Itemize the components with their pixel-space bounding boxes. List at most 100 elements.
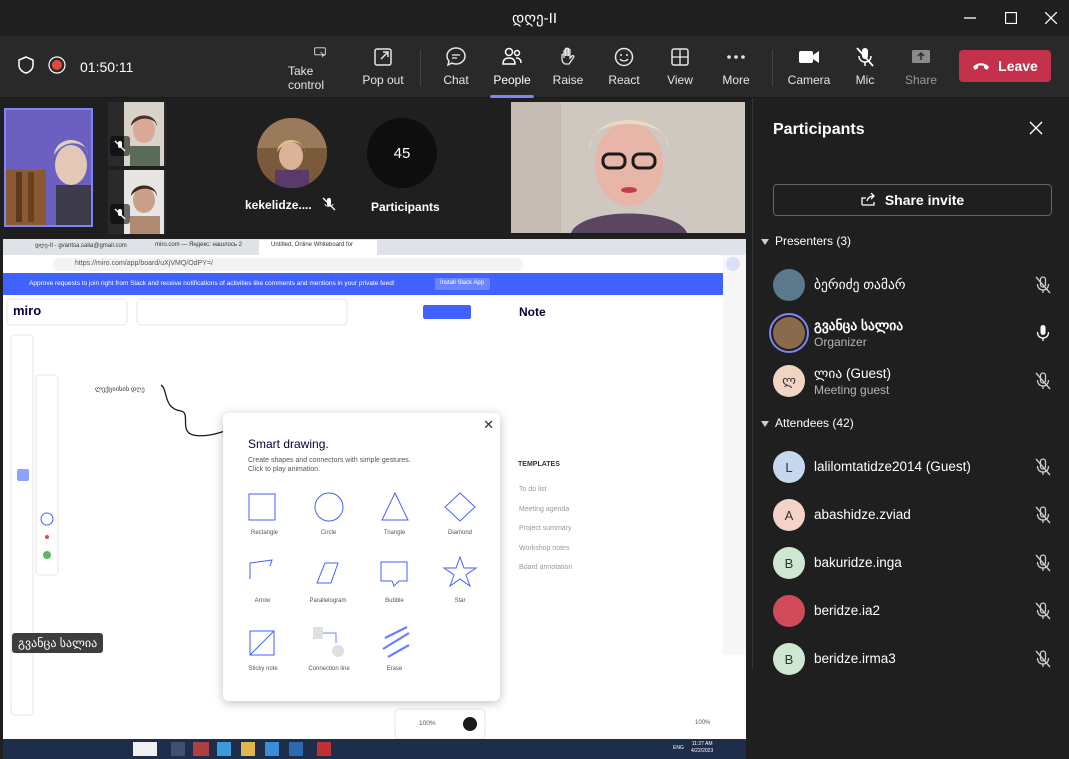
template-item: Project summary xyxy=(519,525,572,532)
participant-row[interactable]: გვანცა სალია Organizer xyxy=(769,313,1053,353)
zoom-level: 100% xyxy=(419,720,436,727)
shape-label[interactable]: Parallelogram xyxy=(303,598,353,604)
view-button[interactable]: View xyxy=(648,46,712,92)
shape-label[interactable]: Circle xyxy=(311,530,346,536)
miro-logo: miro xyxy=(13,303,42,318)
shape-label[interactable]: Arrow xyxy=(245,598,280,604)
leave-button[interactable]: Leave xyxy=(959,50,1051,82)
mic-muted-icon xyxy=(1033,601,1053,621)
mic-muted-icon xyxy=(856,47,874,67)
participant-row[interactable]: Bbakuridze.inga xyxy=(773,543,1053,583)
shape-label[interactable]: Connection line xyxy=(303,666,355,672)
pop-out-button[interactable]: Pop out xyxy=(351,46,415,92)
speaker-video-tile[interactable] xyxy=(511,102,745,233)
shape-label[interactable]: Triangle xyxy=(377,530,412,536)
participant-name: abashidze.zviad xyxy=(814,507,911,522)
panel-title: Participants xyxy=(773,121,865,138)
templates-title: TEMPLATES xyxy=(518,461,560,468)
presenters-section-header[interactable]: Presenters (3) xyxy=(761,234,851,248)
self-video-tile[interactable] xyxy=(4,108,93,227)
participant-row[interactable]: ლ ლია (Guest) Meeting guest xyxy=(773,361,1053,401)
close-window-icon[interactable] xyxy=(1039,6,1063,30)
shape-label[interactable]: Diamond xyxy=(442,530,478,536)
share-screen-icon xyxy=(912,50,930,63)
canvas-text: ლექციისის დღე xyxy=(95,386,145,393)
video-feed xyxy=(511,102,745,233)
close-icon[interactable]: ✕ xyxy=(483,417,494,433)
participant-video-tile[interactable] xyxy=(108,170,166,234)
window-title: დღე-II xyxy=(511,10,557,27)
shape-label[interactable]: Star xyxy=(442,598,478,604)
participant-role: Meeting guest xyxy=(814,383,890,397)
minimize-icon[interactable] xyxy=(958,6,982,30)
participant-name: bakuridze.inga xyxy=(814,555,902,570)
template-item: Board annotation xyxy=(519,564,573,571)
browser-tab: miro.com — Яндекс: нашлось 2 xyxy=(155,242,243,248)
shape-label[interactable]: Sticky note xyxy=(243,666,283,672)
share-icon xyxy=(861,193,875,206)
more-icon xyxy=(727,55,745,59)
video-feed xyxy=(124,102,164,166)
more-button[interactable]: More xyxy=(704,46,768,92)
share-invite-button[interactable]: Share invite xyxy=(773,184,1052,216)
participant-video-tile[interactable] xyxy=(108,102,166,166)
participant-row[interactable]: beridze.ia2 xyxy=(773,591,1053,631)
video-feed xyxy=(124,170,164,234)
avatar: B xyxy=(773,547,805,579)
avatar-image xyxy=(257,118,327,188)
raise-hand-button[interactable]: Raise xyxy=(536,46,600,92)
close-panel-icon[interactable] xyxy=(1029,121,1043,140)
shape-label[interactable]: Erase xyxy=(377,666,412,672)
mic-button[interactable]: Mic xyxy=(833,46,897,92)
shield-icon[interactable] xyxy=(18,56,34,77)
react-button[interactable]: React xyxy=(592,46,656,92)
participant-role: Organizer xyxy=(814,335,867,349)
browser-url: https://miro.com/app/board/uXjVMQ/OdPY=/ xyxy=(75,260,213,267)
participant-avatar[interactable] xyxy=(257,118,327,188)
participant-name: ლია (Guest) xyxy=(814,366,891,381)
template-item: Meeting agenda xyxy=(519,505,570,513)
note-label: Note xyxy=(519,305,546,319)
people-icon xyxy=(502,47,522,65)
share-button[interactable]: Share xyxy=(889,46,953,92)
chat-icon xyxy=(446,47,466,67)
maximize-icon[interactable] xyxy=(999,6,1023,30)
mic-muted-icon xyxy=(1033,553,1053,573)
pop-out-icon xyxy=(374,48,392,66)
participant-name: kekelidze.... xyxy=(245,198,312,212)
screen-share[interactable]: დღე-II - gvantsa.salia@gmail.com miro.co… xyxy=(3,239,746,759)
slack-banner-text: Approve requests to join right from Slac… xyxy=(29,280,395,287)
mic-muted-icon xyxy=(1033,505,1053,525)
chat-button[interactable]: Chat xyxy=(424,46,488,92)
participants-count-tile[interactable]: 45 xyxy=(367,118,437,188)
smart-drawing-modal: ✕ Smart drawing. Create shapes and conne… xyxy=(223,413,500,701)
meeting-stage: kekelidze.... 45 Participants დღე-II - g… xyxy=(0,98,752,759)
shape-label[interactable]: Rectangle xyxy=(247,530,282,536)
grid-icon xyxy=(671,48,689,66)
camera-icon xyxy=(799,51,819,63)
participant-row[interactable]: Llalilomtatidze2014 (Guest) xyxy=(773,447,1053,487)
chevron-down-icon xyxy=(761,234,769,248)
shape-label[interactable]: Bubble xyxy=(377,598,412,604)
participant-name: beridze.ia2 xyxy=(814,603,881,618)
mic-muted-icon xyxy=(1033,275,1053,295)
participants-count: 45 xyxy=(393,144,411,162)
participant-row[interactable]: ბერიძე თამარ xyxy=(773,265,1053,305)
camera-button[interactable]: Camera xyxy=(777,46,841,92)
browser-tab: Untitled, Online Whiteboard for xyxy=(271,242,354,248)
participant-row[interactable]: Bberidze.irma3 xyxy=(773,639,1053,679)
participant-name: გვანცა სალია xyxy=(814,318,904,333)
modal-title: Smart drawing. xyxy=(248,437,329,451)
avatar xyxy=(769,313,809,353)
meeting-toolbar: 01:50:11 Take control Pop out Chat Peopl… xyxy=(0,36,1069,98)
avatar: L xyxy=(773,451,805,483)
template-item: Workshop notes xyxy=(519,544,570,552)
attendees-section-header[interactable]: Attendees (42) xyxy=(761,416,854,430)
templates-list: To do list Meeting agenda Project summar… xyxy=(519,480,572,578)
people-button[interactable]: People xyxy=(480,46,544,98)
participant-row[interactable]: Aabashidze.zviad xyxy=(773,495,1053,535)
avatar: ლ xyxy=(773,365,805,397)
hand-icon xyxy=(561,47,575,65)
mic-muted-icon xyxy=(1033,457,1053,477)
take-control-button[interactable]: Take control xyxy=(288,46,352,92)
